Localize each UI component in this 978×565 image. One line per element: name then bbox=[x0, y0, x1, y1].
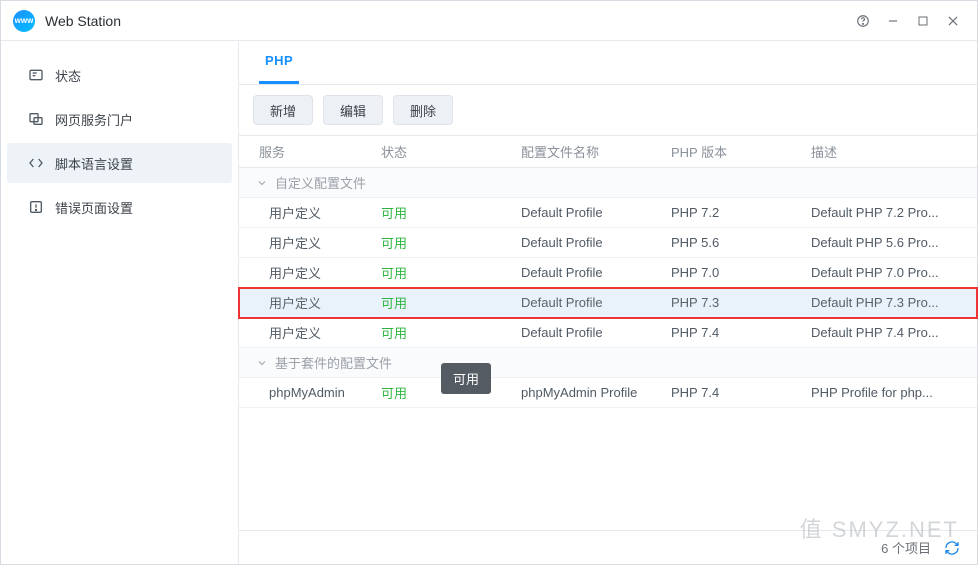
cell-desc: PHP Profile for php... bbox=[799, 385, 977, 400]
cell-service: 用户定义 bbox=[239, 203, 369, 222]
group-title: 基于套件的配置文件 bbox=[275, 353, 392, 372]
delete-button[interactable]: 删除 bbox=[393, 95, 453, 125]
table-row[interactable]: 用户定义可用Default ProfilePHP 7.0Default PHP … bbox=[239, 258, 977, 288]
cell-profile: Default Profile bbox=[509, 265, 659, 280]
tooltip: 可用 bbox=[441, 363, 491, 394]
cell-service: 用户定义 bbox=[239, 293, 369, 312]
table-group-header[interactable]: 基于套件的配置文件 bbox=[239, 348, 977, 378]
body: 状态 网页服务门户 脚本语言设置 错误页面设置 PHP 新增 编辑 删除 bbox=[1, 41, 977, 564]
cell-version: PHP 7.4 bbox=[659, 325, 799, 340]
table-row[interactable]: 用户定义可用Default ProfilePHP 5.6Default PHP … bbox=[239, 228, 977, 258]
table-row[interactable]: 用户定义可用Default ProfilePHP 7.3Default PHP … bbox=[239, 288, 977, 318]
cell-desc: Default PHP 7.2 Pro... bbox=[799, 205, 977, 220]
cell-version: PHP 5.6 bbox=[659, 235, 799, 250]
cell-service: 用户定义 bbox=[239, 233, 369, 252]
maximize-icon[interactable] bbox=[911, 9, 935, 33]
chevron-down-icon bbox=[255, 356, 269, 370]
sidebar-label: 脚本语言设置 bbox=[55, 154, 133, 173]
cell-status: 可用 bbox=[369, 293, 509, 312]
chevron-down-icon bbox=[255, 176, 269, 190]
tab-php[interactable]: PHP bbox=[259, 40, 299, 84]
cell-desc: Default PHP 7.4 Pro... bbox=[799, 325, 977, 340]
footer: 6 个项目 bbox=[239, 530, 977, 564]
toolbar: 新增 编辑 删除 bbox=[239, 85, 977, 135]
cell-profile: phpMyAdmin Profile bbox=[509, 385, 659, 400]
cell-version: PHP 7.2 bbox=[659, 205, 799, 220]
cell-version: PHP 7.3 bbox=[659, 295, 799, 310]
cell-status: 可用 bbox=[369, 233, 509, 252]
minimize-icon[interactable] bbox=[881, 9, 905, 33]
main: PHP 新增 编辑 删除 服务 状态 配置文件名称 PHP 版本 描述 自定义配… bbox=[239, 41, 977, 564]
status-icon bbox=[25, 67, 47, 83]
group-title: 自定义配置文件 bbox=[275, 173, 366, 192]
col-desc[interactable]: 描述 bbox=[799, 142, 977, 161]
cell-version: PHP 7.0 bbox=[659, 265, 799, 280]
item-count: 6 个项目 bbox=[881, 538, 931, 557]
col-version[interactable]: PHP 版本 bbox=[659, 142, 799, 161]
cell-profile: Default Profile bbox=[509, 205, 659, 220]
sidebar-label: 错误页面设置 bbox=[55, 198, 133, 217]
cell-service: 用户定义 bbox=[239, 323, 369, 342]
script-icon bbox=[25, 155, 47, 171]
table-header: 服务 状态 配置文件名称 PHP 版本 描述 bbox=[239, 136, 977, 168]
portal-icon bbox=[25, 111, 47, 127]
app-window: www Web Station 状态 网页服务门户 脚本语言设置 错误页面设置 bbox=[0, 0, 978, 565]
table: 服务 状态 配置文件名称 PHP 版本 描述 自定义配置文件用户定义可用Defa… bbox=[239, 135, 977, 530]
sidebar-item-script-settings[interactable]: 脚本语言设置 bbox=[7, 143, 232, 183]
sidebar-label: 状态 bbox=[55, 66, 81, 85]
cell-status: 可用 bbox=[369, 263, 509, 282]
close-icon[interactable] bbox=[941, 9, 965, 33]
col-profile[interactable]: 配置文件名称 bbox=[509, 142, 659, 161]
titlebar: www Web Station bbox=[1, 1, 977, 41]
cell-service: 用户定义 bbox=[239, 263, 369, 282]
cell-status: 可用 bbox=[369, 323, 509, 342]
edit-button[interactable]: 编辑 bbox=[323, 95, 383, 125]
col-status[interactable]: 状态 bbox=[369, 142, 509, 161]
cell-status: 可用 bbox=[369, 203, 509, 222]
new-button[interactable]: 新增 bbox=[253, 95, 313, 125]
cell-service: phpMyAdmin bbox=[239, 385, 369, 400]
sidebar: 状态 网页服务门户 脚本语言设置 错误页面设置 bbox=[1, 41, 239, 564]
sidebar-item-error-page[interactable]: 错误页面设置 bbox=[7, 187, 232, 227]
sidebar-item-status[interactable]: 状态 bbox=[7, 55, 232, 95]
help-icon[interactable] bbox=[851, 9, 875, 33]
refresh-icon[interactable] bbox=[941, 537, 963, 559]
table-body: 自定义配置文件用户定义可用Default ProfilePHP 7.2Defau… bbox=[239, 168, 977, 408]
cell-desc: Default PHP 7.3 Pro... bbox=[799, 295, 977, 310]
tabs: PHP bbox=[239, 41, 977, 85]
cell-profile: Default Profile bbox=[509, 235, 659, 250]
cell-desc: Default PHP 5.6 Pro... bbox=[799, 235, 977, 250]
app-title: Web Station bbox=[45, 13, 121, 29]
cell-profile: Default Profile bbox=[509, 325, 659, 340]
app-logo-icon: www bbox=[13, 10, 35, 32]
sidebar-item-portal[interactable]: 网页服务门户 bbox=[7, 99, 232, 139]
sidebar-label: 网页服务门户 bbox=[55, 110, 133, 129]
col-service[interactable]: 服务 bbox=[239, 142, 369, 161]
table-row[interactable]: 用户定义可用Default ProfilePHP 7.4Default PHP … bbox=[239, 318, 977, 348]
error-icon bbox=[25, 199, 47, 215]
cell-profile: Default Profile bbox=[509, 295, 659, 310]
table-group-header[interactable]: 自定义配置文件 bbox=[239, 168, 977, 198]
cell-desc: Default PHP 7.0 Pro... bbox=[799, 265, 977, 280]
table-row[interactable]: 用户定义可用Default ProfilePHP 7.2Default PHP … bbox=[239, 198, 977, 228]
table-row[interactable]: phpMyAdmin可用phpMyAdmin ProfilePHP 7.4PHP… bbox=[239, 378, 977, 408]
cell-version: PHP 7.4 bbox=[659, 385, 799, 400]
